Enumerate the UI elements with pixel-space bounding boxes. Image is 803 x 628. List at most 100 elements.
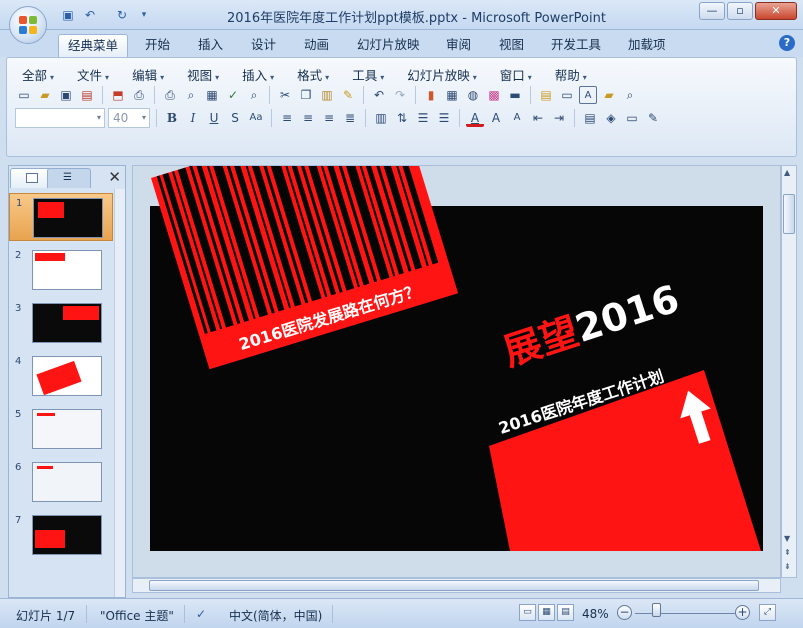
menu-file[interactable]: 文件 ▾: [70, 63, 116, 86]
tab-outline[interactable]: ☰: [47, 168, 91, 188]
open-icon[interactable]: ▰: [36, 86, 54, 104]
increase-font-icon[interactable]: A: [487, 109, 505, 127]
slide-thumbnail-row[interactable]: 7: [9, 511, 113, 559]
shadow-icon[interactable]: S: [226, 109, 244, 127]
fit-to-window-icon[interactable]: ⤢: [759, 604, 776, 621]
vertical-scroll-thumb[interactable]: [783, 194, 795, 234]
slide-thumbnail-row[interactable]: 1: [9, 193, 113, 241]
align-right-icon[interactable]: ≡: [320, 109, 338, 127]
zoom-slider[interactable]: [635, 613, 735, 614]
scroll-up-icon[interactable]: ▲: [784, 168, 790, 177]
increase-indent-icon[interactable]: ⇥: [550, 109, 568, 127]
background-icon[interactable]: ▬: [506, 86, 524, 104]
decrease-font-icon[interactable]: A: [508, 109, 526, 127]
vertical-scrollbar[interactable]: ▲ ▼ ⇞ ⇟: [781, 165, 797, 578]
spell-check-icon[interactable]: ✓: [196, 607, 206, 621]
tab-developer[interactable]: 开发工具: [542, 34, 610, 57]
tab-slide-show[interactable]: 幻灯片放映: [348, 34, 429, 57]
numbering-icon[interactable]: ☰: [414, 109, 432, 127]
color-scheme-icon[interactable]: ▩: [485, 86, 503, 104]
font-size-select[interactable]: 40 ▾: [108, 108, 150, 128]
zoom-in-icon[interactable]: +: [735, 605, 750, 620]
copy-icon[interactable]: ❐: [297, 86, 315, 104]
menu-insert[interactable]: 插入 ▾: [235, 63, 281, 86]
slide-thumbnail[interactable]: [32, 409, 102, 449]
maximize-button[interactable]: ▫: [727, 2, 753, 20]
tab-insert[interactable]: 插入: [189, 34, 232, 57]
tab-view[interactable]: 视图: [490, 34, 533, 57]
font-name-select[interactable]: ▾: [15, 108, 105, 128]
slide-thumbnail-row[interactable]: 2: [9, 246, 113, 294]
find-icon[interactable]: ⌕: [621, 86, 639, 104]
slide-thumbnail[interactable]: [32, 303, 102, 343]
print-icon[interactable]: ⎙: [161, 86, 179, 104]
insert-table-icon[interactable]: ▦: [443, 86, 461, 104]
tab-animations[interactable]: 动画: [295, 34, 338, 57]
horizontal-scrollbar[interactable]: [132, 578, 781, 593]
menu-edit[interactable]: 编辑 ▾: [125, 63, 171, 86]
save-as-icon[interactable]: ▤: [78, 86, 96, 104]
cut-icon[interactable]: ✂: [276, 86, 294, 104]
tab-add-ins[interactable]: 加载项: [619, 34, 675, 57]
menu-slide-show[interactable]: 幻灯片放映 ▾: [400, 63, 484, 86]
arrange-icon[interactable]: ▤: [581, 109, 599, 127]
slide-thumbnail[interactable]: [32, 356, 102, 396]
new-slide-icon[interactable]: ▤: [537, 86, 555, 104]
menu-help[interactable]: 帮助 ▾: [548, 63, 594, 86]
folder-icon[interactable]: ▰: [600, 86, 618, 104]
tab-classic-menu[interactable]: 经典菜单: [58, 34, 129, 57]
shape-fill-icon[interactable]: ▭: [623, 109, 641, 127]
slide-thumbnail-row[interactable]: 5: [9, 405, 113, 453]
decrease-indent-icon[interactable]: ⇤: [529, 109, 547, 127]
zoom-out-icon[interactable]: −: [617, 605, 632, 620]
shapes-icon[interactable]: ◈: [602, 109, 620, 127]
save-icon[interactable]: ▣: [57, 86, 75, 104]
tab-design[interactable]: 设计: [242, 34, 285, 57]
menu-tools[interactable]: 工具 ▾: [345, 63, 391, 86]
grid-icon[interactable]: ▦: [203, 86, 221, 104]
spelling-icon[interactable]: ✓: [224, 86, 242, 104]
slide-thumbnail[interactable]: [32, 250, 102, 290]
text-box-icon[interactable]: A: [579, 86, 597, 104]
menu-format[interactable]: 格式 ▾: [290, 63, 336, 86]
format-painter-icon[interactable]: ✎: [339, 86, 357, 104]
tab-home[interactable]: 开始: [136, 34, 179, 57]
redo-icon[interactable]: ↷: [391, 86, 409, 104]
slide-thumbnail-row[interactable]: 4: [9, 352, 113, 400]
theme-name[interactable]: "Office 主题": [100, 607, 174, 624]
align-left-icon[interactable]: ≡: [278, 109, 296, 127]
slide-editing-area[interactable]: 展望2016 2016医院年度工作计划 2016医院发展路在何方？: [132, 165, 781, 578]
minimize-button[interactable]: —: [699, 2, 725, 20]
research-icon[interactable]: ⌕: [245, 86, 263, 104]
font-color-icon[interactable]: A: [466, 109, 484, 127]
insert-chart-icon[interactable]: ▮: [422, 86, 440, 104]
slide-thumbnail[interactable]: [33, 198, 103, 238]
normal-view-icon[interactable]: ▭: [519, 604, 536, 621]
menu-window[interactable]: 窗口 ▾: [493, 63, 539, 86]
columns-icon[interactable]: ▥: [372, 109, 390, 127]
undo-icon[interactable]: ↶: [370, 86, 388, 104]
slide-layout-icon[interactable]: ▭: [558, 86, 576, 104]
italic-icon[interactable]: I: [184, 109, 202, 127]
slide-thumbnail-row[interactable]: 6: [9, 458, 113, 506]
menu-all[interactable]: 全部 ▾: [15, 63, 61, 86]
pane-scrollbar[interactable]: [114, 189, 125, 597]
text-direction-icon[interactable]: ⇅: [393, 109, 411, 127]
horizontal-scroll-thumb[interactable]: [149, 580, 759, 591]
print-preview-icon[interactable]: ⌕: [182, 86, 200, 104]
bold-icon[interactable]: B: [163, 109, 181, 127]
zoom-slider-thumb[interactable]: [652, 603, 662, 617]
shape-outline-icon[interactable]: ✎: [644, 109, 662, 127]
close-pane-icon[interactable]: ✕: [108, 168, 121, 186]
scroll-down-icon[interactable]: ▼: [784, 534, 790, 543]
slide-thumbnail[interactable]: [32, 462, 102, 502]
slide-thumbnail[interactable]: [32, 515, 102, 555]
slide-show-icon[interactable]: ▤: [557, 604, 574, 621]
next-slide-icon[interactable]: ⇟: [784, 562, 791, 571]
new-icon[interactable]: ▭: [15, 86, 33, 104]
menu-view[interactable]: 视图 ▾: [180, 63, 226, 86]
tab-review[interactable]: 审阅: [437, 34, 480, 57]
justify-icon[interactable]: ≣: [341, 109, 359, 127]
help-icon[interactable]: ?: [779, 35, 795, 51]
insert-clip-art-icon[interactable]: ◍: [464, 86, 482, 104]
